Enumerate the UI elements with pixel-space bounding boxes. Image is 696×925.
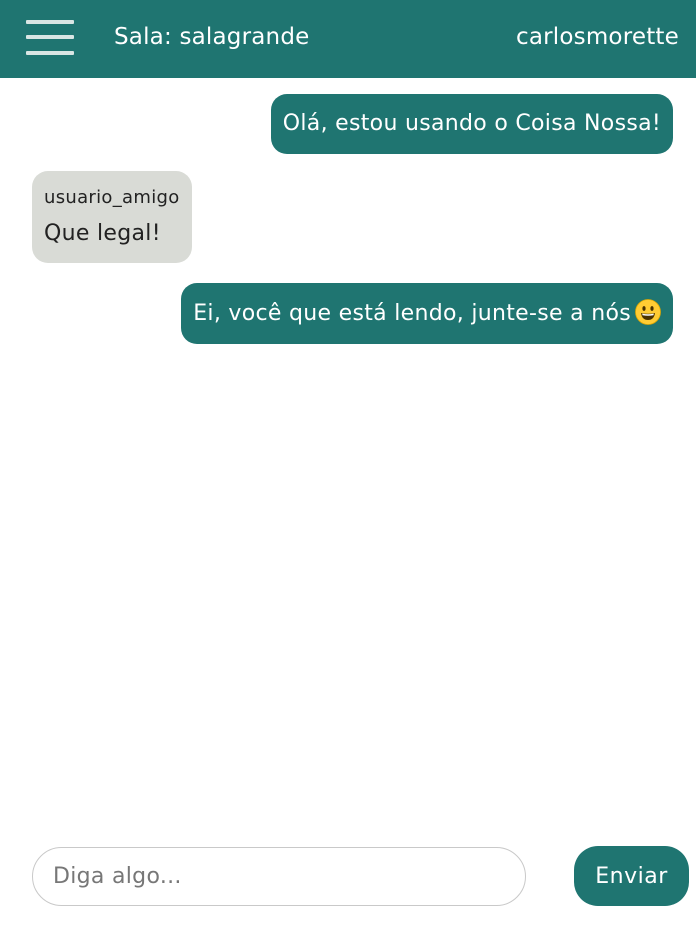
received-message: usuario_amigo Que legal! (32, 171, 192, 263)
app-header: Sala: salagrande carlosmorette (0, 0, 696, 78)
message-text: Olá, estou usando o Coisa Nossa! (282, 111, 661, 136)
current-username[interactable]: carlosmorette (516, 22, 679, 52)
sent-message: Ei, você que está lendo, junte-se a nós (181, 283, 673, 344)
menu-line (26, 20, 74, 24)
message-composer: Enviar (0, 846, 696, 906)
room-title: Sala: salagrande (114, 24, 310, 50)
message-list: Olá, estou usando o Coisa Nossa! usuario… (0, 78, 696, 818)
menu-line (26, 51, 74, 55)
hamburger-menu-icon[interactable] (26, 20, 74, 56)
message-text: Que legal! (44, 221, 161, 246)
message-input[interactable] (32, 847, 526, 906)
menu-line (26, 35, 74, 39)
send-button[interactable]: Enviar (574, 846, 689, 906)
chat-app: Sala: salagrande carlosmorette Olá, esto… (0, 0, 696, 925)
grinning-face-icon (635, 299, 661, 325)
sent-message: Olá, estou usando o Coisa Nossa! (270, 94, 673, 154)
message-text: Ei, você que está lendo, junte-se a nós (193, 301, 631, 326)
message-sender: usuario_amigo (44, 187, 180, 208)
